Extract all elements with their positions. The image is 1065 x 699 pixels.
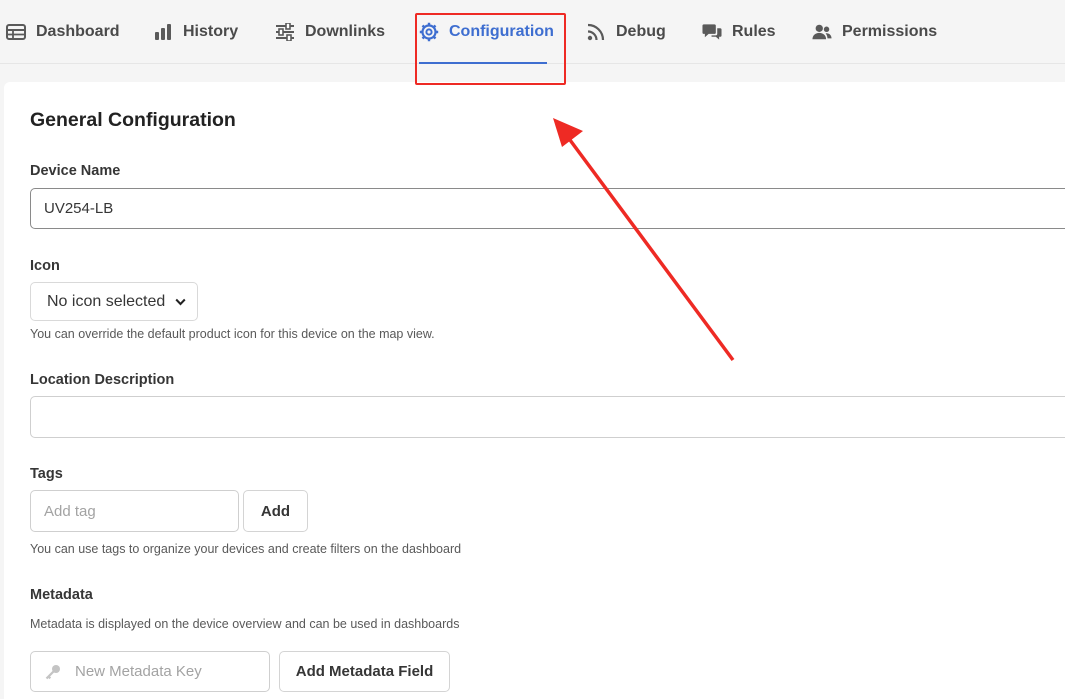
rss-icon xyxy=(586,22,606,42)
users-icon xyxy=(812,22,832,42)
tags-help-text: You can use tags to organize your device… xyxy=(30,542,462,556)
tab-bar: Dashboard History Downlinks Configuratio… xyxy=(0,0,1065,64)
add-tag-placeholder: Add tag xyxy=(44,502,96,520)
tab-label: Permissions xyxy=(842,23,938,40)
key-icon xyxy=(45,664,61,680)
location-description-label: Location Description xyxy=(30,372,175,388)
tab-permissions[interactable]: Permissions xyxy=(812,0,937,64)
add-tag-button[interactable]: Add xyxy=(243,490,308,532)
device-name-label: Device Name xyxy=(30,163,121,179)
add-tag-button-label: Add xyxy=(260,502,291,520)
metadata-label: Metadata xyxy=(30,587,93,603)
tab-dashboard[interactable]: Dashboard xyxy=(6,0,120,64)
tab-label: Configuration xyxy=(449,23,554,40)
icon-select-value: No icon selected xyxy=(47,292,166,310)
device-name-input[interactable]: UV254-LB xyxy=(30,188,1065,229)
metadata-key-placeholder: New Metadata Key xyxy=(75,663,202,680)
icon-help-text: You can override the default product ico… xyxy=(30,327,435,341)
gear-icon xyxy=(419,22,439,42)
add-metadata-field-button[interactable]: Add Metadata Field xyxy=(279,651,450,692)
icon-select[interactable]: No icon selected xyxy=(30,282,198,321)
tab-downlinks[interactable]: Downlinks xyxy=(275,0,385,64)
device-name-value: UV254-LB xyxy=(44,200,114,217)
tags-label: Tags xyxy=(30,466,63,482)
tab-debug[interactable]: Debug xyxy=(586,0,666,64)
chevron-down-icon xyxy=(175,298,186,306)
metadata-help-text: Metadata is displayed on the device over… xyxy=(30,617,460,631)
tab-label: Rules xyxy=(732,23,776,40)
icon-label: Icon xyxy=(30,258,60,274)
bar-chart-icon xyxy=(153,22,173,42)
tab-label: Dashboard xyxy=(36,23,120,40)
location-description-input[interactable] xyxy=(30,396,1065,438)
table-icon xyxy=(6,22,26,42)
tab-label: History xyxy=(183,23,239,40)
tab-label: Downlinks xyxy=(305,23,386,40)
metadata-key-input[interactable]: New Metadata Key xyxy=(30,651,270,692)
tab-label: Debug xyxy=(616,23,666,40)
section-title: General Configuration xyxy=(30,109,236,131)
tab-history[interactable]: History xyxy=(153,0,238,64)
sliders-icon xyxy=(275,22,295,42)
add-metadata-field-button-label: Add Metadata Field xyxy=(295,663,434,680)
general-configuration-card: General Configuration Device Name UV254-… xyxy=(4,82,1065,699)
tab-rules[interactable]: Rules xyxy=(702,0,776,64)
comments-icon xyxy=(702,22,722,42)
tab-configuration[interactable]: Configuration xyxy=(419,0,554,64)
add-tag-input[interactable]: Add tag xyxy=(30,490,239,532)
